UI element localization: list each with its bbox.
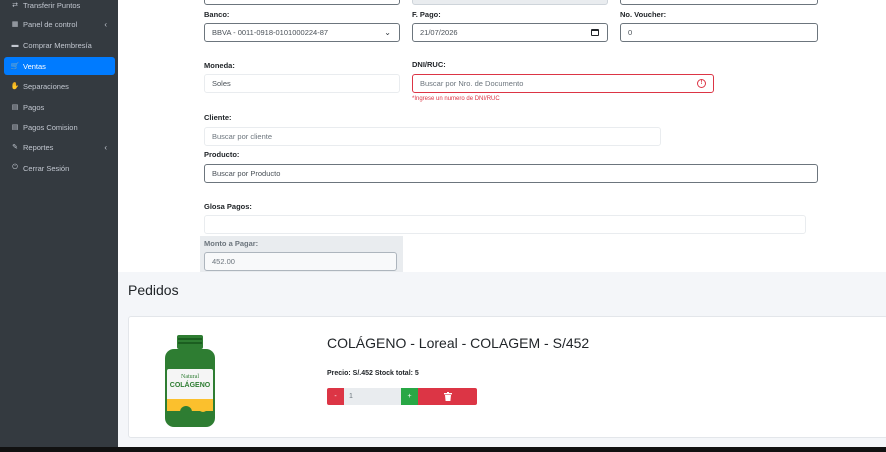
sidebar-item-label: Pagos [23, 102, 45, 112]
power-icon: ⏻ [12, 164, 18, 171]
increase-quantity-button[interactable]: + [401, 388, 418, 405]
fpago-value: 21/07/2026 [420, 28, 458, 37]
dni-placeholder: Buscar por Nro. de Documento [420, 79, 524, 88]
sidebar-item-ventas[interactable]: 🛒 Ventas [4, 57, 115, 75]
product-image-name: COLÁGENO [170, 380, 211, 389]
banco-value: BBVA - 0011-0918-0101000224-87 [212, 28, 329, 37]
handshake-icon: ✋ [10, 83, 20, 90]
banco-label: Banco: [204, 10, 230, 19]
voucher-label: No. Voucher: [620, 10, 667, 19]
cliente-search-input[interactable]: Buscar por cliente [204, 127, 661, 146]
clipped-field[interactable] [204, 0, 400, 5]
quantity-input[interactable]: 1 [344, 388, 401, 405]
decrease-quantity-button[interactable]: - [327, 388, 344, 405]
sidebar-item-separaciones[interactable]: ✋ Separaciones [4, 77, 115, 95]
error-icon: ! [697, 79, 706, 88]
product-price-stock: Precio: S/.452 Stock total: 5 [327, 370, 419, 377]
moneda-input[interactable]: Soles [204, 74, 400, 93]
sidebar-item-label: Panel de control [23, 19, 78, 29]
moneda-label: Moneda: [204, 61, 235, 70]
product-name: COLÁGENO - Loreal - COLAGEM - S/452 [327, 335, 590, 351]
sidebar-item-label: Reportes [23, 142, 54, 152]
trash-icon [443, 392, 452, 401]
sidebar-item-label: Cerrar Sesión [23, 163, 70, 173]
clipped-field[interactable] [412, 0, 608, 5]
monto-label: Monto a Pagar: [204, 239, 259, 248]
sidebar-item-label: Ventas [23, 61, 46, 71]
sidebar: ⇄ Transferir Puntos ▦ Panel de control ‹… [0, 0, 118, 452]
payment-form: Banco: BBVA - 0011-0918-0101000224-87 ⌄ … [118, 0, 886, 272]
chevron-left-icon: ‹ [104, 19, 107, 29]
monto-value: 452.00 [212, 257, 235, 266]
money-icon: ▤ [11, 124, 19, 131]
fpago-label: F. Pago: [412, 10, 441, 19]
sidebar-item-label: Comprar Membresía [23, 40, 92, 50]
fpago-date-input[interactable]: 21/07/2026 [412, 23, 608, 42]
product-image: Natural COLÁGENO [165, 335, 215, 427]
cliente-label: Cliente: [204, 113, 232, 122]
order-item-card: Natural COLÁGENO COLÁGENO - Loreal - COL… [128, 316, 886, 438]
dni-error-message: *Ingrese un numero de DNI/RUC [412, 96, 500, 102]
calendar-icon[interactable] [591, 29, 599, 36]
sidebar-item-cerrar-sesion[interactable]: ⏻ Cerrar Sesión [4, 159, 115, 177]
voucher-input[interactable]: 0 [620, 23, 818, 42]
producto-search-input[interactable]: Buscar por Producto [204, 164, 818, 183]
sidebar-item-label: Pagos Comision [23, 122, 78, 132]
producto-placeholder: Buscar por Producto [212, 169, 281, 178]
glosa-input[interactable] [204, 215, 806, 234]
delete-item-button[interactable] [418, 388, 477, 405]
chevron-down-icon: ⌄ [384, 28, 391, 37]
voucher-value: 0 [628, 28, 633, 37]
sidebar-item-transferir-puntos[interactable]: ⇄ Transferir Puntos [4, 0, 115, 14]
money-icon: ▤ [11, 104, 19, 111]
pedidos-title: Pedidos [128, 282, 179, 298]
glosa-label: Glosa Pagos: [204, 202, 252, 211]
sidebar-item-label: Separaciones [23, 81, 69, 91]
transfer-icon: ⇄ [12, 2, 18, 9]
product-image-brand: Natural [181, 374, 199, 380]
sidebar-item-pagos[interactable]: ▤ Pagos [4, 98, 115, 116]
dashboard-icon: ▦ [11, 21, 19, 28]
sidebar-item-pagos-comision[interactable]: ▤ Pagos Comision [4, 118, 115, 136]
main-content: Banco: BBVA - 0011-0918-0101000224-87 ⌄ … [118, 0, 886, 452]
quantity-value: 1 [349, 393, 353, 400]
report-icon: ✎ [12, 144, 18, 151]
banco-select[interactable]: BBVA - 0011-0918-0101000224-87 ⌄ [204, 23, 400, 42]
sidebar-item-reportes[interactable]: ✎ Reportes ‹ [4, 138, 115, 156]
dni-search-input[interactable]: Buscar por Nro. de Documento ! [412, 74, 714, 93]
dni-label: DNI/RUC: [412, 60, 446, 69]
moneda-value: Soles [212, 79, 231, 88]
sidebar-item-panel-de-control[interactable]: ▦ Panel de control ‹ [4, 15, 115, 33]
cart-icon: 🛒 [10, 63, 20, 70]
sidebar-item-comprar-membresia[interactable]: ▬ Comprar Membresía [4, 36, 115, 54]
monto-input: 452.00 [204, 252, 397, 271]
chevron-left-icon: ‹ [104, 142, 107, 152]
sidebar-item-label: Transferir Puntos [23, 0, 81, 10]
clipped-field[interactable] [620, 0, 818, 5]
membership-card-icon: ▬ [11, 41, 19, 49]
producto-label: Producto: [204, 150, 240, 159]
taskbar [0, 447, 886, 452]
cliente-placeholder: Buscar por cliente [212, 132, 273, 141]
